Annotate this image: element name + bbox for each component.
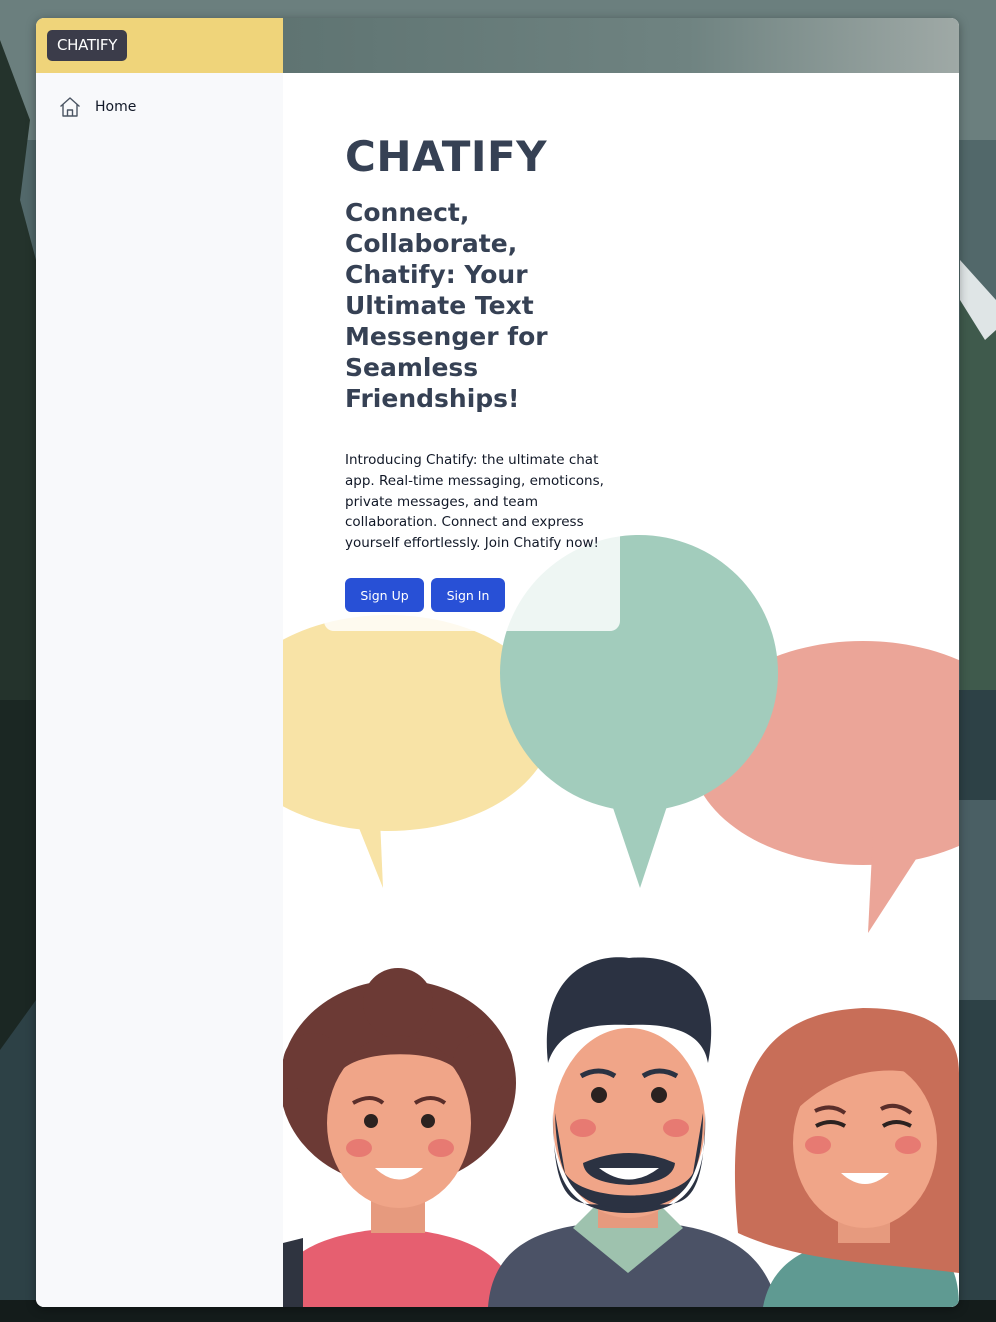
home-icon (58, 95, 82, 119)
hero-subtitle: Connect, Collaborate, Chatify: Your Ulti… (345, 198, 548, 413)
app-window: CHATIFY Home CHATIFY Connect, Collaborat… (36, 18, 959, 1307)
sidebar-item-home[interactable]: Home (58, 95, 136, 119)
person-woman-right (734, 1008, 959, 1307)
sign-in-button[interactable]: Sign In (431, 578, 505, 612)
person-man-center (488, 957, 778, 1307)
main-content: CHATIFY Connect, Collaborate, Chatify: Y… (283, 73, 959, 1307)
brand-bar: CHATIFY (36, 18, 283, 73)
sign-up-button[interactable]: Sign Up (345, 578, 424, 612)
hero-title: CHATIFY (345, 132, 548, 181)
hero-description: Introducing Chatify: the ultimate chat a… (345, 452, 604, 552)
person-woman-left (283, 968, 518, 1307)
sidebar: Home (36, 73, 284, 1307)
sidebar-item-label: Home (95, 99, 137, 115)
brand-badge[interactable]: CHATIFY (47, 30, 128, 61)
header-bar (283, 18, 959, 73)
